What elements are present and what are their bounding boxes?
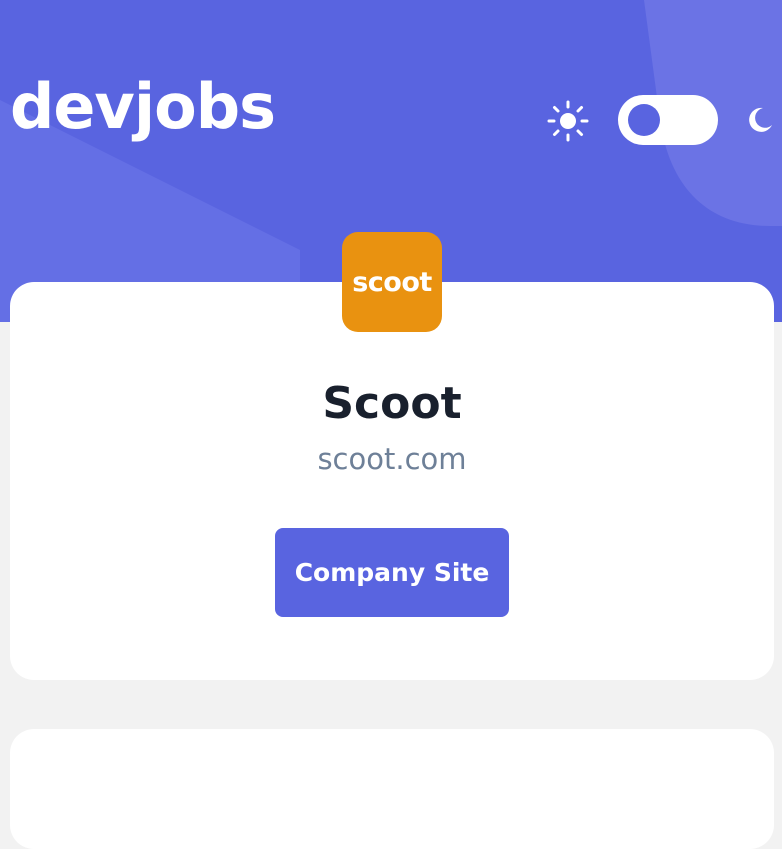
sun-icon [547,100,589,142]
theme-switch[interactable] [618,95,718,145]
site-logo[interactable]: devjobs [10,76,276,138]
company-name: Scoot [322,378,462,429]
company-logo: scoot [342,232,442,332]
theme-toggle [546,95,782,147]
theme-switch-knob [628,104,660,136]
company-website: scoot.com [317,442,467,476]
company-card: Scoot scoot.com Company Site [10,282,774,680]
company-site-button[interactable]: Company Site [275,528,509,617]
moon-icon [749,107,772,132]
job-details-card [10,729,774,849]
